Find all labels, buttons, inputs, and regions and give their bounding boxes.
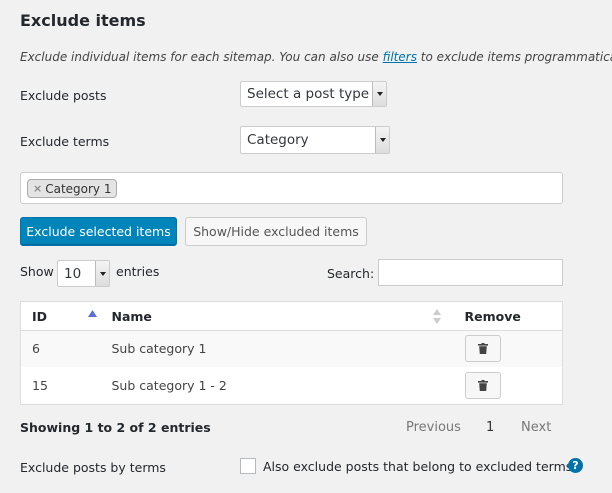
post-type-select[interactable]: Select a post type [240, 81, 387, 107]
entries-per-page-select[interactable]: 10 [57, 260, 110, 287]
column-header-id-label: ID [32, 308, 48, 324]
pagination-page-1[interactable]: 1 [486, 420, 494, 435]
section-description: Exclude individual items for each sitema… [20, 50, 612, 64]
description-text-before: Exclude individual items for each sitema… [20, 50, 383, 64]
column-header-id[interactable]: ID [20, 301, 101, 331]
exclude-selected-button[interactable]: Exclude selected items [20, 217, 177, 246]
remove-item-button[interactable] [464, 371, 501, 399]
sort-ascending-icon [88, 310, 97, 317]
exclude-terms-label: Exclude terms [20, 134, 110, 149]
search-label: Search: [327, 266, 375, 281]
search-input[interactable] [378, 259, 563, 286]
section-title: Exclude items [20, 11, 146, 30]
table-info: Showing 1 to 2 of 2 entries [20, 420, 211, 435]
chevron-down-icon [372, 82, 386, 106]
trash-icon [477, 379, 488, 391]
show-label: Show [20, 264, 54, 279]
cell-name: Sub category 1 - 2 [100, 366, 453, 405]
description-text-after: to exclude items programmatically. [420, 50, 612, 64]
cell-name: Sub category 1 [100, 330, 453, 367]
sort-both-icon [432, 309, 441, 324]
help-icon[interactable]: ? [568, 458, 583, 473]
post-type-select-value: Select a post type [247, 86, 370, 102]
table-header-row: ID Name Remove [20, 301, 563, 331]
table-row: 6 Sub category 1 [20, 330, 563, 367]
column-header-remove: Remove [452, 301, 563, 331]
cell-id: 6 [20, 330, 101, 367]
cell-remove [452, 366, 563, 405]
remove-tag-icon[interactable]: × [33, 182, 42, 195]
exclude-posts-label: Exclude posts [20, 88, 107, 103]
terms-select[interactable]: Category [240, 126, 390, 154]
chevron-down-icon [375, 127, 389, 153]
term-tag: × Category 1 [27, 179, 118, 198]
exclude-by-terms-checkbox[interactable] [240, 458, 256, 474]
term-tag-label: Category 1 [45, 181, 112, 196]
entries-label: entries [116, 264, 160, 279]
chevron-down-icon [95, 261, 109, 286]
filters-link[interactable]: filters [383, 50, 417, 64]
selected-terms-input[interactable]: × Category 1 [20, 172, 563, 204]
terms-select-value: Category [247, 132, 309, 148]
show-hide-excluded-button[interactable]: Show/Hide excluded items [185, 217, 367, 246]
entries-select-value: 10 [64, 265, 82, 282]
pagination-next[interactable]: Next [521, 420, 551, 435]
pagination-previous[interactable]: Previous [406, 420, 461, 435]
column-header-name[interactable]: Name [100, 301, 453, 331]
excluded-items-table: ID Name Remove 6 Sub category 1 15 Sub c… [20, 301, 563, 405]
table-row: 15 Sub category 1 - 2 [20, 366, 563, 405]
remove-item-button[interactable] [464, 335, 501, 363]
column-header-name-label: Name [111, 308, 152, 324]
exclude-by-terms-checkbox-label[interactable]: Also exclude posts that belong to exclud… [263, 459, 576, 474]
cell-id: 15 [20, 366, 101, 405]
exclude-by-terms-label: Exclude posts by terms [20, 460, 166, 475]
trash-icon [477, 343, 488, 355]
cell-remove [452, 330, 563, 367]
